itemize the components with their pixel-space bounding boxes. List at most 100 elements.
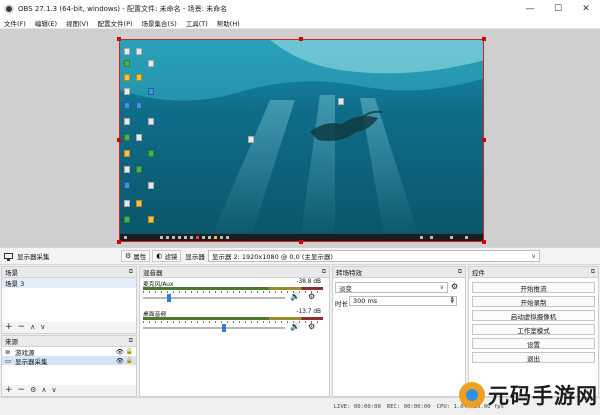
maximize-icon[interactable]: ☐ bbox=[544, 0, 572, 18]
filters-label: 滤镜 bbox=[164, 253, 178, 261]
menu-file[interactable]: 文件(F) bbox=[4, 18, 26, 28]
ocean-surfer-image bbox=[120, 40, 483, 241]
remove-scene-button[interactable]: − bbox=[18, 323, 26, 332]
desktop-icon bbox=[124, 216, 130, 223]
resize-handle[interactable] bbox=[482, 37, 486, 41]
resize-handle[interactable] bbox=[117, 138, 121, 142]
move-down-button[interactable]: ∨ bbox=[40, 323, 45, 332]
desktop-icon bbox=[136, 200, 142, 207]
menu-help[interactable]: 帮助(H) bbox=[217, 18, 240, 28]
title-bar: OBS 27.1.3 (64-bit, windows) - 配置文件: 未命名… bbox=[0, 0, 600, 18]
display-select[interactable]: 显示器 2: 1920x1080 @ 0,0 (主显示器) ∨ bbox=[207, 250, 540, 262]
transition-select[interactable]: 淡变 ∨ bbox=[335, 282, 448, 293]
settings-button[interactable]: 设置 bbox=[472, 338, 595, 349]
source-settings-button[interactable]: ⚙ bbox=[30, 386, 36, 395]
lock-icon[interactable]: 🔒 bbox=[126, 357, 133, 364]
controls-dock-header: 控件 ⧉ bbox=[469, 267, 598, 278]
game-capture-icon: ⊚ bbox=[5, 347, 11, 356]
undock-icon[interactable]: ⧉ bbox=[129, 268, 133, 276]
close-icon[interactable]: ✕ bbox=[572, 0, 600, 18]
desktop-icon bbox=[148, 60, 154, 67]
audio-meter bbox=[143, 317, 323, 320]
volume-slider[interactable] bbox=[143, 297, 285, 299]
desktop-icon bbox=[148, 150, 154, 157]
obs-window: OBS 27.1.3 (64-bit, windows) - 配置文件: 未命名… bbox=[0, 0, 600, 415]
controls-title: 控件 bbox=[472, 269, 485, 277]
desktop-icon bbox=[124, 102, 130, 109]
duration-input[interactable]: 300 ms ▲ ▼ bbox=[349, 296, 457, 306]
resize-handle[interactable] bbox=[299, 240, 303, 244]
resize-handle[interactable] bbox=[117, 37, 121, 41]
start-streaming-button[interactable]: 开始推流 bbox=[472, 282, 595, 293]
menu-edit[interactable]: 编辑(E) bbox=[35, 18, 57, 28]
add-source-button[interactable]: + bbox=[5, 386, 13, 395]
volume-slider-thumb[interactable] bbox=[166, 294, 171, 302]
chevron-down-icon: ∨ bbox=[531, 252, 536, 260]
visibility-eye-icon[interactable]: 👁 bbox=[116, 348, 124, 356]
exit-button[interactable]: 退出 bbox=[472, 352, 595, 363]
desktop-icon bbox=[338, 98, 344, 105]
move-up-button[interactable]: ∧ bbox=[30, 323, 35, 332]
scene-item[interactable]: 场景 3 bbox=[2, 278, 136, 288]
desktop-icon bbox=[248, 136, 254, 143]
undock-icon[interactable]: ⧉ bbox=[591, 268, 595, 276]
preview-area bbox=[0, 29, 600, 247]
sources-title: 来源 bbox=[5, 338, 18, 346]
resize-handle[interactable] bbox=[482, 240, 486, 244]
selected-source-name: 显示器采集 bbox=[17, 253, 50, 261]
resize-handle[interactable] bbox=[117, 240, 121, 244]
undock-icon[interactable]: ⧉ bbox=[458, 268, 462, 276]
properties-button[interactable]: ⚙ 属性 bbox=[121, 250, 151, 262]
desktop-icon bbox=[124, 134, 130, 141]
move-down-button[interactable]: ∨ bbox=[52, 386, 57, 395]
desktop-icon bbox=[136, 134, 142, 141]
speaker-icon[interactable]: 🔊 bbox=[290, 322, 300, 331]
minimize-icon[interactable]: — bbox=[516, 0, 544, 18]
menu-view[interactable]: 视图(V) bbox=[66, 18, 89, 28]
desktop-icon bbox=[124, 48, 130, 55]
start-virtual-camera-button[interactable]: 启动虚拟摄像机 bbox=[472, 310, 595, 321]
desktop-icon bbox=[124, 60, 130, 67]
start-recording-button[interactable]: 开始录制 bbox=[472, 296, 595, 307]
chevron-down-icon: ∨ bbox=[439, 284, 444, 291]
remove-source-button[interactable]: − bbox=[18, 386, 26, 395]
resize-handle[interactable] bbox=[482, 138, 486, 142]
scenes-title: 场景 bbox=[5, 269, 18, 277]
volume-slider[interactable] bbox=[143, 327, 285, 329]
desktop-icon bbox=[136, 48, 142, 55]
watermark-logo-icon bbox=[459, 382, 485, 408]
gear-icon[interactable]: ⚙ bbox=[451, 282, 458, 291]
monitor-icon: ▭ bbox=[5, 356, 12, 365]
spinner-arrows-icon[interactable]: ▲ ▼ bbox=[451, 296, 454, 305]
source-toolbar: 显示器采集 ⚙ 属性 ◐ 滤镜 显示器 显示器 2: 1920x1080 @ 0… bbox=[0, 247, 600, 265]
channel-db: -13.7 dB bbox=[296, 309, 322, 315]
menu-profile[interactable]: 配置文件(P) bbox=[98, 18, 133, 28]
resize-handle[interactable] bbox=[299, 37, 303, 41]
visibility-eye-icon[interactable]: 👁 bbox=[116, 357, 124, 365]
window-controls: — ☐ ✕ bbox=[516, 0, 600, 18]
undock-icon[interactable]: ⧉ bbox=[129, 337, 133, 345]
monitor-icon bbox=[4, 253, 13, 261]
filters-button[interactable]: ◐ 滤镜 bbox=[152, 250, 182, 262]
add-scene-button[interactable]: + bbox=[5, 323, 13, 332]
watermark-text: 元码手游网 bbox=[488, 383, 598, 408]
desktop-icon bbox=[148, 88, 154, 95]
lock-icon[interactable]: 🔒 bbox=[126, 348, 133, 355]
transitions-dock: 转场特效 ⧉ 淡变 ∨ ⚙ 时长 300 ms ▲ ▼ bbox=[332, 266, 466, 397]
gear-icon[interactable]: ⚙ bbox=[308, 322, 315, 331]
menu-tools[interactable]: 工具(T) bbox=[186, 18, 208, 28]
mixer-dock-header: 混音器 ⧉ bbox=[140, 267, 329, 278]
studio-mode-button[interactable]: 工作室模式 bbox=[472, 324, 595, 335]
speaker-icon[interactable]: 🔊 bbox=[290, 292, 300, 301]
preview-canvas[interactable] bbox=[119, 39, 484, 242]
gear-icon[interactable]: ⚙ bbox=[308, 292, 315, 301]
gear-icon: ⚙ bbox=[125, 252, 132, 260]
volume-slider-thumb[interactable] bbox=[221, 324, 226, 332]
display-select-value: 显示器 2: 1920x1080 @ 0,0 (主显示器) bbox=[211, 253, 333, 261]
undock-icon[interactable]: ⧉ bbox=[322, 268, 326, 276]
menu-scene-collection[interactable]: 场景集合(S) bbox=[142, 18, 177, 28]
rec-status: REC: 00:00:00 bbox=[386, 403, 431, 410]
desktop-icon bbox=[124, 74, 130, 81]
move-up-button[interactable]: ∧ bbox=[41, 386, 46, 395]
source-item[interactable]: ▭ 显示器采集 👁 🔒 bbox=[2, 356, 136, 366]
